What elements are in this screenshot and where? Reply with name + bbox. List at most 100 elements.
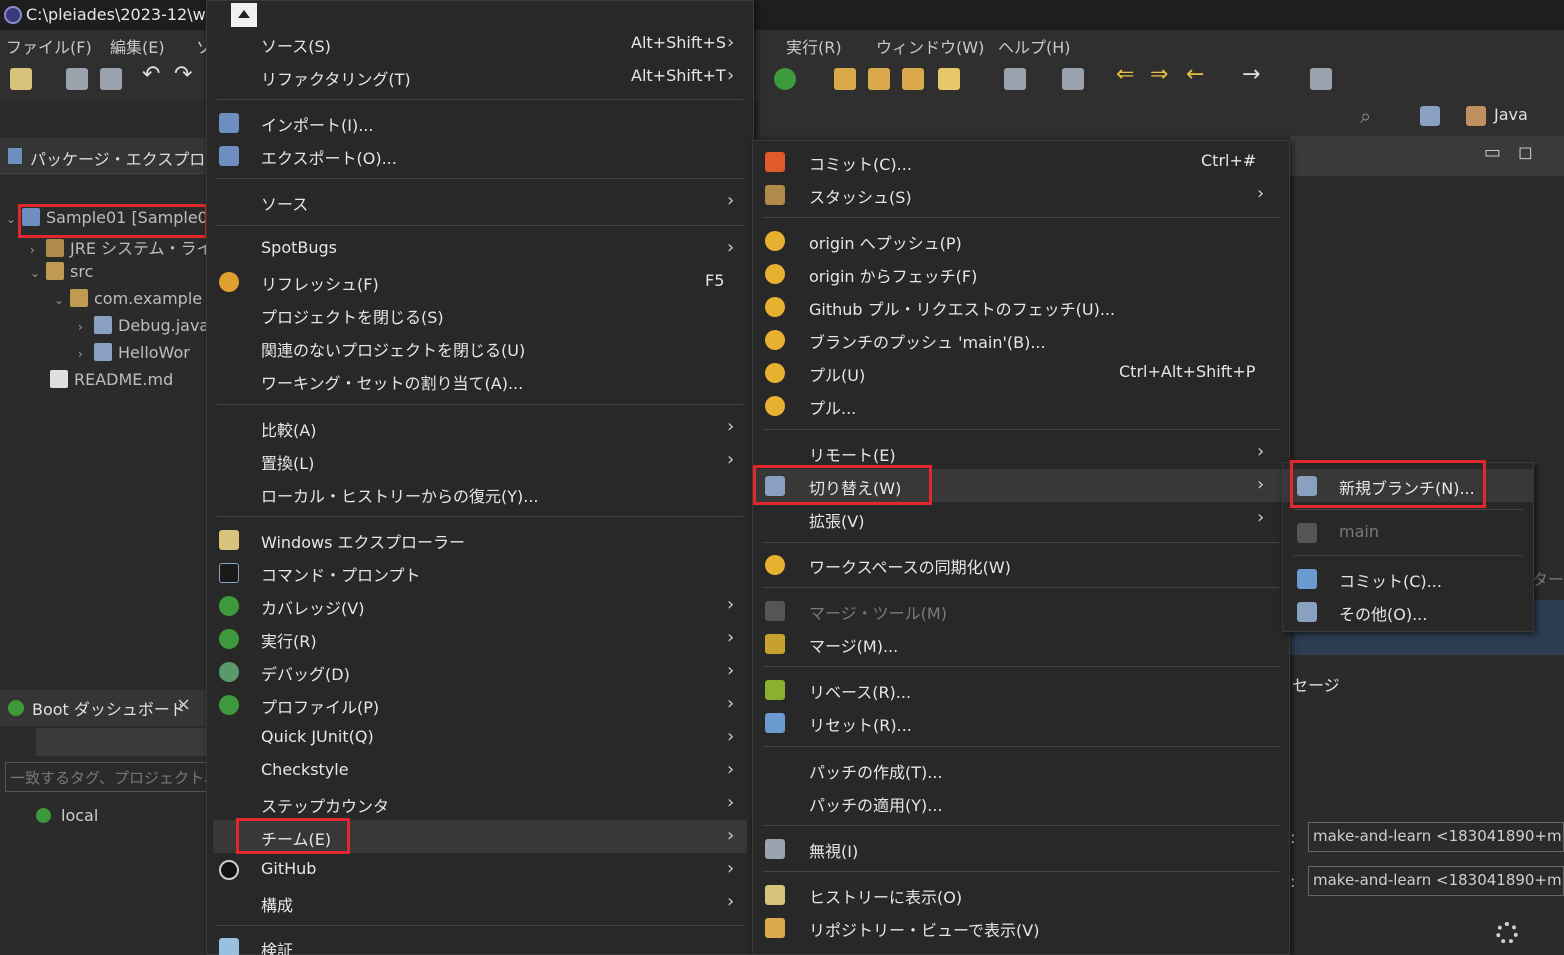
menu-item-import[interactable]: インポート(I)... (207, 106, 753, 139)
redo-icon[interactable]: ↷ (174, 62, 196, 87)
search-icon[interactable]: ⌕ (1360, 104, 1371, 128)
team-item-apply-patch[interactable]: パッチの適用(Y)... (753, 786, 1289, 819)
menu-item-working-set[interactable]: ワーキング・セットの割り当て(A)... (207, 364, 753, 397)
menu-item-source[interactable]: ソース(S) Alt+Shift+S › (207, 27, 753, 60)
open-type-icon[interactable] (834, 68, 856, 90)
team-item-rebase[interactable]: リベース(R)... (753, 673, 1289, 706)
menu-item-command-prompt[interactable]: コマンド・プロンプト (207, 556, 753, 589)
tree-row-hello[interactable]: › HelloWor (78, 343, 206, 369)
team-item-synchronize[interactable]: ワークスペースの同期化(W) (753, 548, 1289, 581)
package-explorer-tab[interactable]: パッケージ・エクスプローラー (0, 138, 210, 174)
menu-run[interactable]: 実行(R) (786, 34, 842, 58)
refresh-run-icon[interactable] (774, 68, 796, 90)
team-item-commit[interactable]: コミット(C)... Ctrl+# (753, 145, 1289, 178)
team-item-advanced[interactable]: 拡張(V) › (753, 502, 1289, 535)
menu-item-compare[interactable]: 比較(A) › (207, 411, 753, 444)
menu-item-configure[interactable]: 構成 › (207, 886, 753, 919)
save-all-icon[interactable] (100, 68, 122, 90)
maximize-icon[interactable]: ◻ (1518, 142, 1533, 163)
save-icon[interactable] (66, 68, 88, 90)
menu-item-github[interactable]: GitHub › (207, 853, 753, 886)
boot-dashboard-tab[interactable]: Boot ダッシュボード × (0, 690, 210, 726)
menu-file[interactable]: ファイル(F) (6, 34, 92, 58)
committer-field[interactable]: make-and-learn <183041890+m (1308, 866, 1564, 896)
tree-row-readme[interactable]: README.md (50, 370, 206, 396)
team-item-switch[interactable]: 切り替え(W) › (753, 469, 1289, 502)
team-item-create-patch[interactable]: パッチの作成(T)... (753, 753, 1289, 786)
menu-item-run[interactable]: 実行(R) › (207, 622, 753, 655)
chevron-right-icon[interactable]: › (78, 320, 94, 334)
next-annotation-icon[interactable] (1062, 68, 1084, 90)
menu-item-replace[interactable]: 置換(L) › (207, 444, 753, 477)
open-perspective-icon[interactable] (1420, 106, 1440, 126)
java-perspective-label[interactable]: Java (1494, 105, 1528, 124)
boot-local-target[interactable]: local (36, 806, 98, 825)
tree-row-package[interactable]: ⌄ com.example (54, 289, 206, 315)
menu-item-close-unrelated[interactable]: 関連のないプロジェクトを閉じる(U) (207, 331, 753, 364)
open-folder-icon[interactable] (868, 68, 890, 90)
author-field[interactable]: make-and-learn <183041890+m (1308, 822, 1564, 852)
chevron-right-icon[interactable]: › (78, 347, 94, 361)
team-item-push-branch[interactable]: ブランチのプッシュ 'main'(B)... (753, 323, 1289, 356)
menu-item-refactor[interactable]: リファクタリング(T) Alt+Shift+T › (207, 60, 753, 93)
menu-item-source2[interactable]: ソース › (207, 185, 753, 218)
pin-editor-icon[interactable] (1310, 68, 1332, 90)
new-icon[interactable] (10, 68, 32, 90)
menu-item-step-counter[interactable]: ステップカウンタ › (207, 787, 753, 820)
minimize-icon[interactable]: ▭ (1484, 142, 1501, 163)
scroll-up-icon[interactable] (231, 3, 257, 27)
menu-item-coverage[interactable]: カバレッジ(V) › (207, 589, 753, 622)
annotation-icon[interactable] (1004, 68, 1026, 90)
team-item-reset[interactable]: リセット(R)... (753, 706, 1289, 739)
team-item-ignore[interactable]: 無視(I) (753, 832, 1289, 865)
menu-item-windows-explorer[interactable]: Windows エクスプローラー (207, 523, 753, 556)
tree-row-jre[interactable]: › JRE システム・ライ (30, 235, 206, 261)
team-item-show-repo-view[interactable]: リポジトリー・ビューで表示(V) (753, 911, 1289, 944)
menu-item-restore-history[interactable]: ローカル・ヒストリーからの復元(Y)... (207, 477, 753, 510)
team-item-remote[interactable]: リモート(E) › (753, 436, 1289, 469)
chevron-down-icon[interactable]: ⌄ (30, 266, 46, 280)
team-item-fetch-pr[interactable]: Github プル・リクエストのフェッチ(U)... (753, 290, 1289, 323)
tree-row-project[interactable]: ⌄ Sample01 [Sample0 (6, 208, 206, 234)
team-item-stash[interactable]: スタッシュ(S) › (753, 178, 1289, 211)
menu-item-export[interactable]: エクスポート(O)... (207, 139, 753, 172)
forward-icon[interactable]: → (1242, 62, 1264, 87)
switch-item-new-branch[interactable]: 新規ブランチ(N)... (1283, 469, 1533, 502)
menu-help[interactable]: ヘルプ(H) (998, 34, 1071, 58)
menu-item-close-project[interactable]: プロジェクトを閉じる(S) (207, 298, 753, 331)
highlight-icon[interactable] (938, 68, 960, 90)
team-item-push-origin[interactable]: origin へプッシュ(P) (753, 224, 1289, 257)
back-edit-icon[interactable]: ⇐ (1116, 62, 1138, 87)
open-package-icon[interactable] (902, 68, 924, 90)
tree-row-debug[interactable]: › Debug.java (78, 316, 206, 342)
chevron-down-icon[interactable]: ⌄ (6, 212, 22, 226)
chevron-right-icon: › (727, 693, 735, 714)
team-item-fetch-origin[interactable]: origin からフェッチ(F) (753, 257, 1289, 290)
team-item-pull[interactable]: プル(U) Ctrl+Alt+Shift+P (753, 356, 1289, 389)
boot-filter-input[interactable]: 一致するタグ、プロジェクト、ま (5, 762, 210, 792)
gear-icon[interactable] (1496, 922, 1518, 944)
menu-item-checkstyle[interactable]: Checkstyle › (207, 754, 753, 787)
team-item-pull-dialog[interactable]: プル... (753, 389, 1289, 422)
undo-icon[interactable]: ↶ (142, 62, 164, 87)
switch-item-other[interactable]: その他(O)... (1283, 595, 1533, 628)
close-icon[interactable]: × (176, 694, 191, 715)
menu-item-debug[interactable]: デバッグ(D) › (207, 655, 753, 688)
menu-item-profile[interactable]: プロファイル(P) › (207, 688, 753, 721)
switch-item-commit[interactable]: コミット(C)... (1283, 562, 1533, 595)
menu-edit[interactable]: 編集(E) (110, 34, 165, 58)
chevron-down-icon[interactable]: ⌄ (54, 293, 70, 307)
menu-item-quick-junit[interactable]: Quick JUnit(Q) › (207, 721, 753, 754)
menu-window[interactable]: ウィンドウ(W) (876, 34, 984, 58)
tree-row-src[interactable]: ⌄ src (30, 262, 206, 288)
team-item-merge[interactable]: マージ(M)... (753, 627, 1289, 660)
forward-edit-icon[interactable]: ⇒ (1150, 62, 1172, 87)
menu-item-team[interactable]: チーム(E) › (213, 820, 747, 853)
java-perspective-icon[interactable] (1466, 106, 1486, 126)
menu-item-validate[interactable]: 検証 (207, 931, 753, 955)
back-icon[interactable]: ← (1186, 62, 1208, 87)
menu-item-refresh[interactable]: リフレッシュ(F) F5 (207, 265, 753, 298)
team-item-show-history[interactable]: ヒストリーに表示(O) (753, 878, 1289, 911)
menu-item-spotbugs[interactable]: SpotBugs › (207, 232, 753, 265)
chevron-right-icon[interactable]: › (30, 243, 46, 257)
